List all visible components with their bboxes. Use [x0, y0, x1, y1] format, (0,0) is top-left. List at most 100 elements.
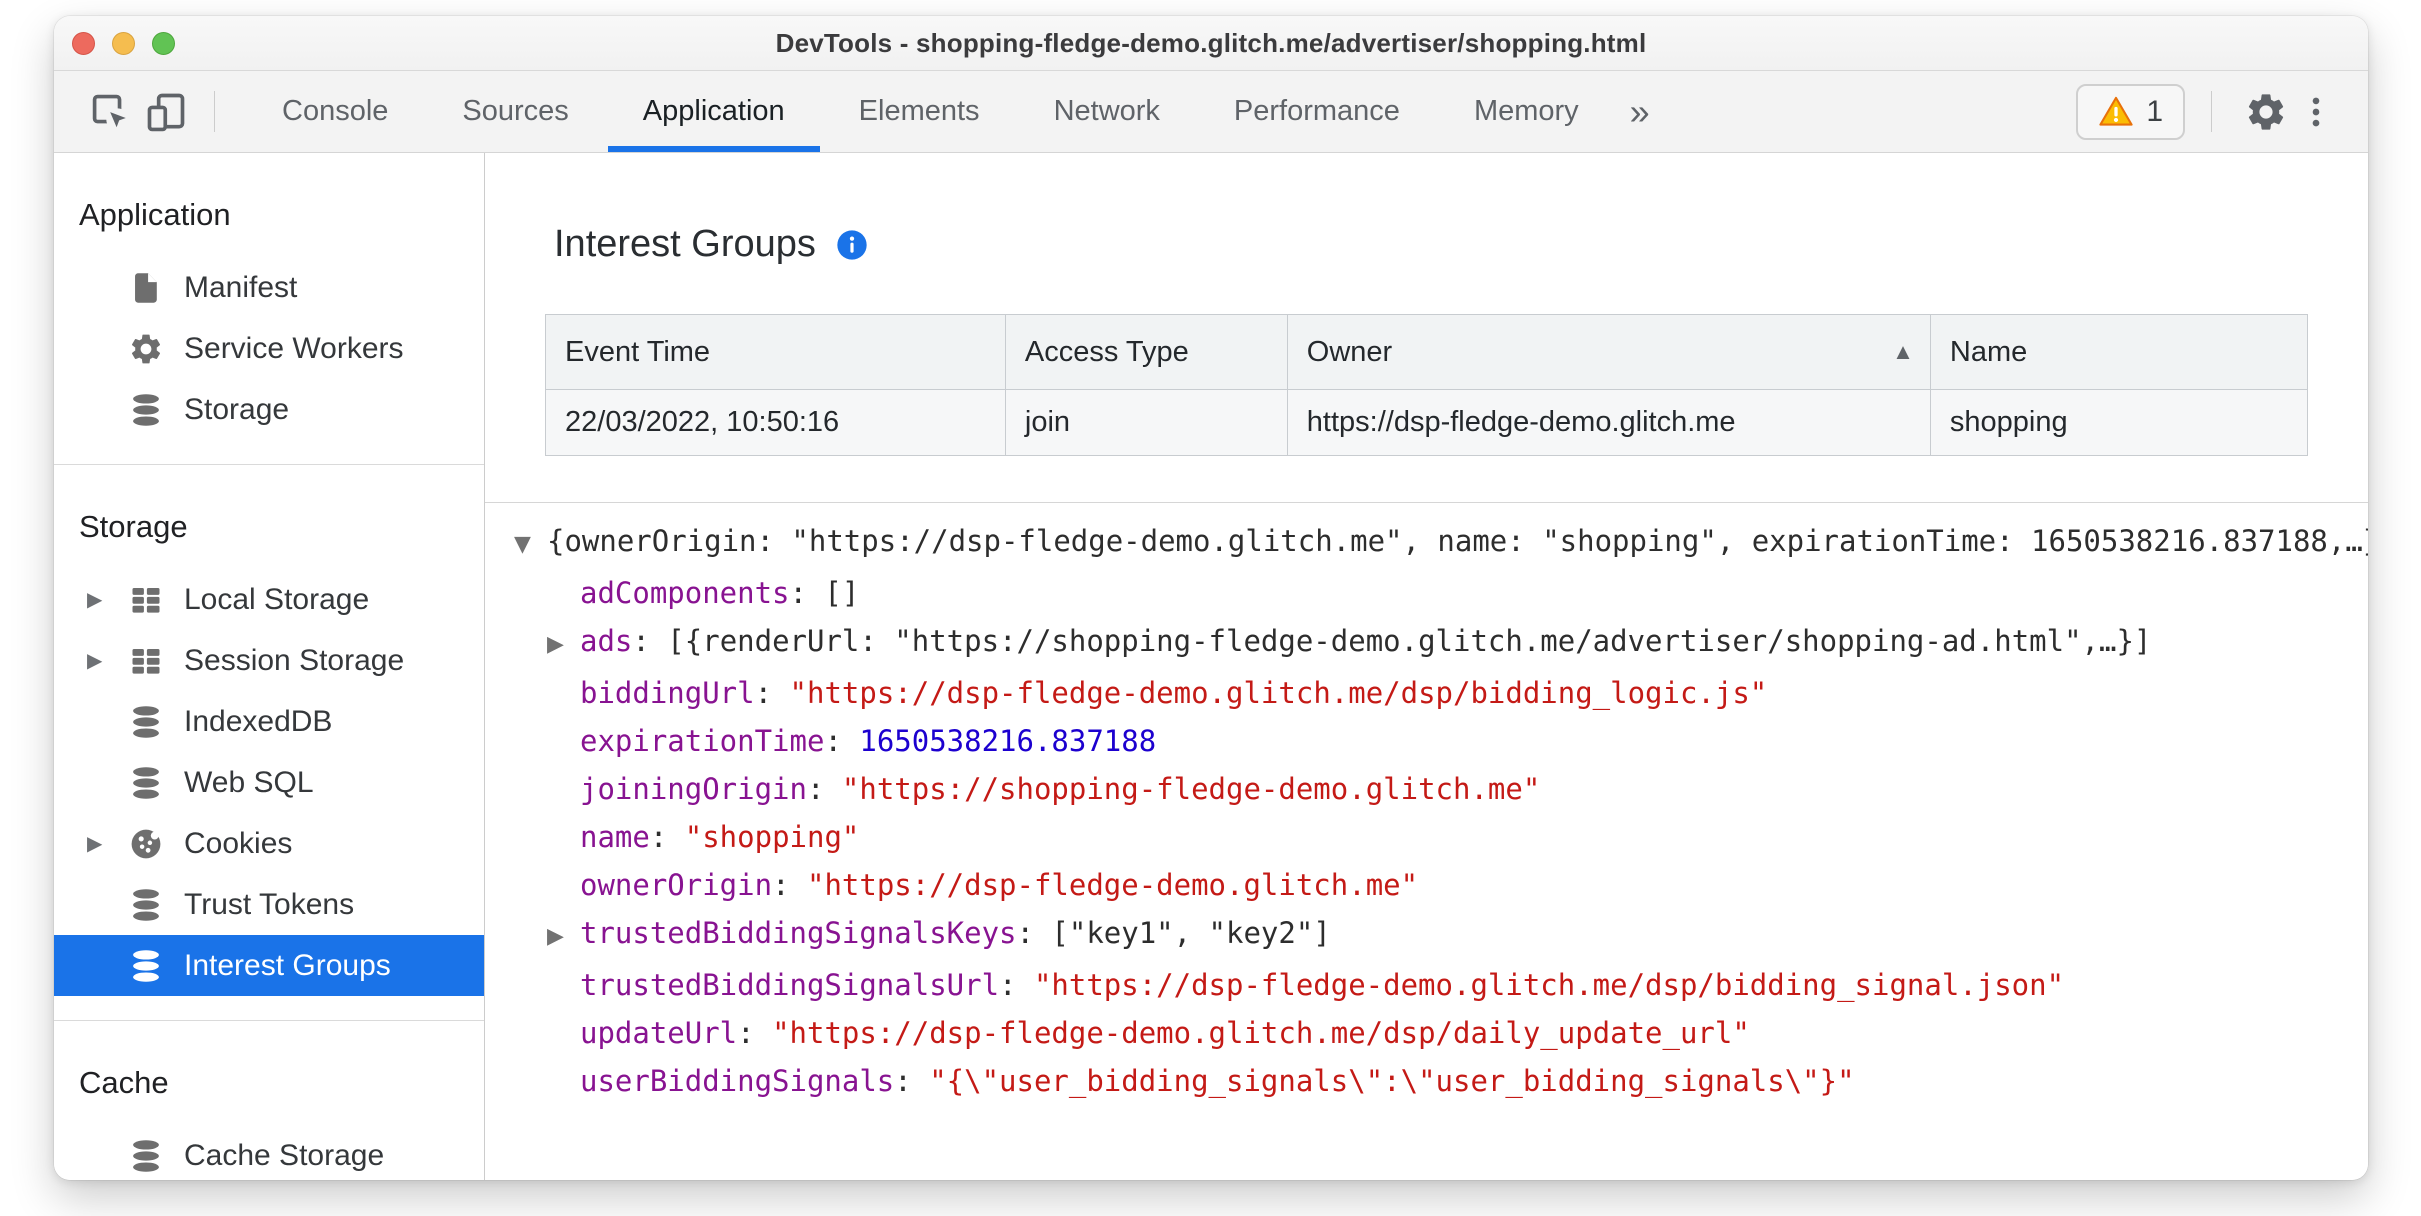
sidebar-section-title: Cache [79, 1065, 169, 1100]
json-plain: : [772, 868, 807, 902]
column-header-name[interactable]: Name [1929, 314, 2309, 390]
json-line[interactable]: userBiddingSignals: "{\"user_bidding_sig… [514, 1057, 2368, 1105]
chevron-right-icon[interactable]: ▶ [87, 831, 128, 856]
close-window-button[interactable] [72, 31, 95, 55]
json-line[interactable]: ▶ trustedBiddingSignalsKeys: ["key1", "ke… [514, 909, 2368, 961]
column-header-content: Access Type [1025, 336, 1286, 369]
sidebar-item-trust-tokens[interactable]: Trust Tokens [54, 874, 484, 935]
sidebar-item-label: Local Storage [184, 582, 370, 616]
json-line[interactable]: updateUrl: "https://dsp-fledge-demo.glit… [514, 1009, 2368, 1057]
tab-console[interactable]: Console [245, 71, 425, 152]
gear-icon [2248, 93, 2284, 130]
sidebar-section-title: Storage [79, 509, 188, 544]
triangle-right-icon[interactable]: ▶ [547, 621, 580, 669]
minimize-window-button[interactable] [112, 31, 135, 55]
triangle-down-icon[interactable]: ▼ [514, 521, 547, 569]
table-icon [128, 643, 164, 679]
sidebar-item-manifest[interactable]: Manifest [54, 257, 484, 318]
json-string: "https://dsp-fledge-demo.glitch.me/dsp/d… [772, 1016, 1750, 1050]
sidebar-item-cookies[interactable]: ▶ Cookies [54, 813, 484, 874]
sidebar-item-interest-groups[interactable]: Interest Groups [54, 935, 484, 996]
sidebar-item-local-storage[interactable]: ▶ Local Storage [54, 569, 484, 630]
main-area: Application Manifest Service Workers Storag… [54, 153, 2368, 1180]
json-string: "{\"user_bidding_signals\":\"user_biddin… [929, 1064, 1855, 1098]
more-options-button[interactable] [2294, 71, 2338, 152]
sidebar-section-cache: Cache Cache Storage [54, 1021, 484, 1180]
zoom-window-button[interactable] [152, 31, 175, 55]
json-key: trustedBiddingSignalsKeys [580, 916, 1017, 950]
chevron-right-icon[interactable]: ▶ [87, 587, 128, 612]
gear-icon [128, 331, 164, 367]
json-key: updateUrl [580, 1016, 738, 1050]
sidebar-item-indexeddb[interactable]: IndexedDB [54, 691, 484, 752]
json-key: userBiddingSignals [580, 1064, 895, 1098]
sidebar-item-service-workers[interactable]: Service Workers [54, 318, 484, 379]
cell-name: shopping [1929, 389, 2309, 456]
column-header-access-type[interactable]: Access Type [1004, 314, 1288, 390]
column-header-owner[interactable]: Owner ▲ [1286, 314, 1931, 390]
cell-event-time: 22/03/2022, 10:50:16 [545, 389, 1006, 456]
interest-groups-panel: Interest Groups Event Time Access Type Own… [485, 153, 2368, 1180]
inspect-element-button[interactable] [82, 71, 138, 152]
column-header-label: Event Time [565, 335, 711, 368]
json-number: 1650538216.837188 [859, 724, 1157, 758]
events-table: Event Time Access Type Owner ▲ Name 22/03/20… [545, 314, 2309, 456]
json-plain: : [894, 1064, 930, 1098]
tab-performance[interactable]: Performance [1197, 71, 1437, 152]
tab-elements[interactable]: Elements [822, 71, 1017, 152]
events-table-wrapper: Event Time Access Type Owner ▲ Name 22/03/20… [545, 314, 2309, 456]
sidebar-item-label: IndexedDB [184, 704, 333, 738]
json-string: "https://dsp-fledge-demo.glitch.me/dsp/b… [1033, 968, 2065, 1002]
json-line[interactable]: expirationTime: 1650538216.837188 [514, 717, 2368, 765]
kebab-menu-icon [2312, 97, 2320, 126]
table-body: 22/03/2022, 10:50:16 join https://dsp-fled… [545, 389, 2309, 456]
tab-memory[interactable]: Memory [1437, 71, 1616, 152]
sidebar-item-label: Storage [184, 392, 290, 426]
toggle-device-toolbar-button[interactable] [138, 71, 194, 152]
json-line[interactable]: adComponents: [] [514, 569, 2368, 617]
json-plain: : [649, 820, 685, 854]
database-icon [128, 948, 164, 984]
sidebar-item-storage[interactable]: Storage [54, 379, 484, 440]
table-icon [128, 582, 164, 618]
json-string: "https://shopping-fledge-demo.glitch.me" [841, 772, 1541, 806]
tab-sources[interactable]: Sources [425, 71, 605, 152]
triangle-right-icon[interactable]: ▶ [547, 913, 580, 961]
json-plain: : [806, 772, 842, 806]
tab-application[interactable]: Application [606, 71, 822, 152]
settings-button[interactable] [2238, 71, 2294, 152]
database-icon [128, 765, 164, 801]
json-line[interactable]: name: "shopping" [514, 813, 2368, 861]
json-line[interactable]: trustedBiddingSignalsUrl: "https://dsp-f… [514, 961, 2368, 1009]
json-line[interactable]: joiningOrigin: "https://shopping-fledge-… [514, 765, 2368, 813]
device-toolbar-icon [147, 93, 185, 131]
json-plain: : [{renderUrl: "https://shopping-fledge-… [632, 624, 2152, 658]
issues-count: 1 [2146, 94, 2163, 128]
issues-counter-button[interactable]: 1 [2076, 83, 2185, 140]
column-header-event-time[interactable]: Event Time [545, 314, 1006, 390]
database-icon [128, 392, 164, 428]
info-icon[interactable] [836, 229, 868, 261]
json-key: ownerOrigin [580, 868, 773, 902]
column-header-content: Name [1950, 336, 2307, 369]
json-key: trustedBiddingSignalsUrl [580, 968, 1000, 1002]
sort-ascending-icon: ▲ [1892, 339, 1914, 364]
json-line[interactable]: biddingUrl: "https://dsp-fledge-demo.gli… [514, 669, 2368, 717]
cookie-icon [128, 826, 164, 862]
json-line[interactable]: ▼ {ownerOrigin: "https://dsp-fledge-demo.… [514, 517, 2368, 569]
chevron-right-icon[interactable]: ▶ [87, 648, 128, 673]
sidebar-item-label: Interest Groups [184, 948, 391, 982]
table-row[interactable]: 22/03/2022, 10:50:16 join https://dsp-fled… [545, 389, 2309, 456]
json-key: ads [580, 624, 633, 658]
file-icon [128, 270, 164, 306]
json-line[interactable]: ownerOrigin: "https://dsp-fledge-demo.gl… [514, 861, 2368, 909]
tab-network[interactable]: Network [1017, 71, 1197, 152]
json-line[interactable]: ▶ ads: [{renderUrl: "https://shopping-fle… [514, 617, 2368, 669]
sidebar-item-session-storage[interactable]: ▶ Session Storage [54, 630, 484, 691]
sidebar-item-cache-storage[interactable]: Cache Storage [54, 1125, 484, 1180]
more-tabs-button[interactable]: » [1616, 71, 1664, 152]
json-key: joiningOrigin [580, 772, 807, 806]
sidebar-section-application: Application Manifest Service Workers Storag… [54, 153, 484, 440]
sidebar-item-web-sql[interactable]: Web SQL [54, 752, 484, 813]
sidebar: Application Manifest Service Workers Storag… [54, 153, 485, 1180]
